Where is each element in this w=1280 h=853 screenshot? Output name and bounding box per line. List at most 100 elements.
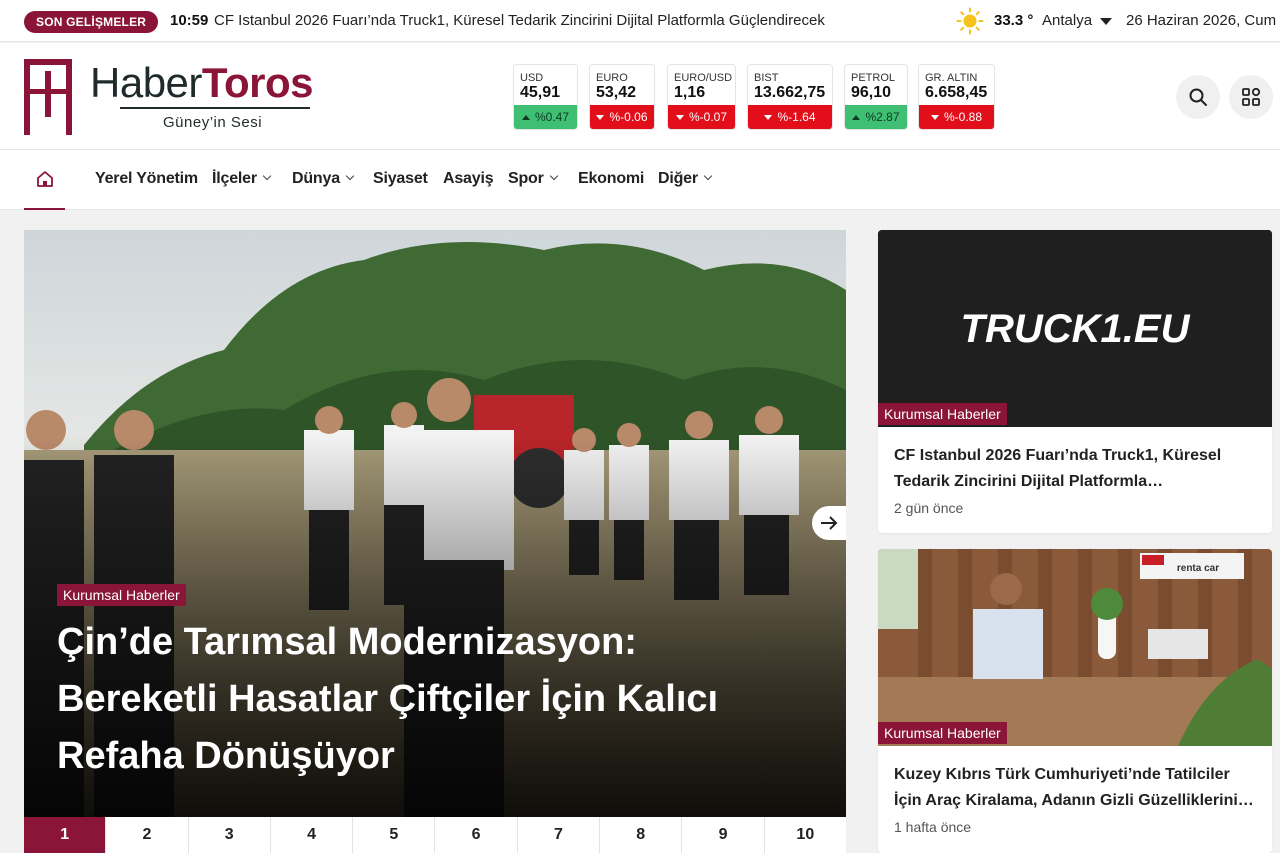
market-bist[interactable]: BIST 13.662,75 %-1.64 (747, 64, 833, 130)
headline-category[interactable]: Kurumsal Haberler (57, 584, 186, 606)
market-change: %-0.06 (590, 105, 654, 129)
chevron-down-icon (262, 171, 272, 181)
search-icon (1189, 88, 1207, 106)
chevron-down-icon (703, 171, 713, 181)
main-nav: Yerel Yönetim İlçeler Dünya Siyaset Asay… (0, 149, 1280, 210)
logo-divider (120, 107, 310, 109)
nav-item-diger[interactable]: Diğer (658, 170, 713, 188)
market-name: USD (520, 72, 544, 84)
nav-item-label: Dünya (292, 170, 340, 187)
logo-part-haber: Haber (90, 59, 202, 106)
logo-icon[interactable] (24, 59, 72, 135)
news-card-time: 1 hafta önce (894, 819, 972, 835)
temperature: 33.3 ° (994, 12, 1034, 29)
news-card-image[interactable]: renta car (878, 549, 1272, 746)
slider-page-8[interactable]: 8 (600, 817, 683, 853)
market-euro[interactable]: EURO 53,42 %-0.06 (589, 64, 655, 130)
nav-item-asayis[interactable]: Asayiş (443, 170, 494, 188)
news-card-category[interactable]: Kurumsal Haberler (878, 403, 1007, 425)
truck1-logo-image: TRUCK1.EU (878, 230, 1272, 427)
market-value: 53,42 (596, 84, 637, 101)
chevron-down-icon (549, 171, 558, 181)
site-header: HaberToros Güney’in Sesi USD 45,91 %0.47… (0, 43, 1280, 149)
market-name: EURO (596, 72, 628, 84)
nav-item-label: Asayiş (443, 170, 494, 187)
nav-item-label: Siyaset (373, 170, 428, 187)
breaking-news-time: 10:59 (170, 12, 209, 29)
nav-item-label: Diğer (658, 170, 698, 187)
news-card-title[interactable]: Kuzey Kıbrıs Türk Cumhuriyeti’nde Tatilc… (894, 762, 1256, 814)
search-button[interactable] (1176, 75, 1220, 119)
image-logo-text: TRUCK1.EU (961, 307, 1191, 351)
nav-item-label: Ekonomi (578, 170, 645, 187)
market-name: BIST (754, 72, 779, 84)
market-change-value: %-0.06 (609, 110, 648, 124)
office-photo-image: renta car (878, 549, 1272, 746)
slider-pagination: 1 2 3 4 5 6 7 8 9 10 (24, 817, 846, 853)
current-date: 26 Haziran 2026, Cum (1126, 12, 1277, 29)
home-icon (36, 171, 53, 187)
market-change-value: %-0.07 (688, 110, 728, 124)
nav-item-label: İlçeler (212, 170, 257, 187)
nav-item-ilceler[interactable]: İlçeler (212, 170, 272, 188)
headline-slider: Kurumsal Haberler Çin’de Tarımsal Modern… (24, 230, 846, 853)
breaking-news-bar: SON GELİŞMELER 10:59 CF Istanbul 2026 Fu… (0, 0, 1280, 42)
slider-page-7[interactable]: 7 (517, 817, 601, 853)
nav-item-spor[interactable]: Spor (508, 170, 558, 188)
logo-slogan: Güney’in Sesi (163, 114, 263, 131)
market-name: GR. ALTIN (925, 72, 978, 84)
headline-title[interactable]: Çin’de Tarımsal Modernizasyon: Bereketli… (57, 614, 777, 785)
site-logo[interactable]: HaberToros (90, 59, 313, 107)
market-name: PETROL (851, 72, 896, 84)
news-card-image[interactable]: TRUCK1.EU (878, 230, 1272, 427)
breaking-news-badge: SON GELİŞMELER (24, 11, 159, 33)
nav-item-dunya[interactable]: Dünya (292, 170, 355, 188)
slider-next-button[interactable] (812, 506, 846, 540)
slider-page-1[interactable]: 1 (24, 817, 107, 853)
market-petrol[interactable]: PETROL 96,10 %2.87 (844, 64, 908, 130)
slider-page-2[interactable]: 2 (106, 817, 189, 853)
arrow-up-icon (521, 115, 530, 120)
menu-grid-button[interactable] (1229, 75, 1273, 119)
slider-page-4[interactable]: 4 (270, 817, 354, 853)
market-name: EURO/USD (674, 72, 733, 84)
market-value: 45,91 (520, 84, 561, 101)
arrow-down-icon (764, 115, 773, 120)
market-value: 13.662,75 (754, 84, 826, 101)
news-card[interactable]: TRUCK1.EU Kurumsal Haberler CF Istanbul … (878, 230, 1272, 533)
market-usd[interactable]: USD 45,91 %0.47 (513, 64, 578, 130)
nav-home[interactable] (24, 150, 65, 210)
market-change: %-0.88 (919, 105, 994, 129)
market-change: %-1.64 (748, 105, 832, 129)
nav-item-siyaset[interactable]: Siyaset (373, 170, 428, 188)
slider-page-6[interactable]: 6 (435, 817, 518, 853)
breaking-news-headline[interactable]: CF Istanbul 2026 Fuarı’nda Truck1, Küres… (214, 12, 825, 29)
slider-page-5[interactable]: 5 (353, 817, 436, 853)
nav-item-yerel-yonetim[interactable]: Yerel Yönetim (95, 170, 198, 188)
market-euro-usd[interactable]: EURO/USD 1,16 %-0.07 (667, 64, 736, 130)
slider-page-10[interactable]: 10 (764, 817, 846, 853)
market-change: %2.87 (845, 105, 907, 129)
logo-part-toros: Toros (201, 59, 314, 106)
chevron-down-icon[interactable] (1100, 18, 1112, 25)
news-card-time: 2 gün önce (894, 500, 964, 516)
arrow-up-icon (852, 115, 861, 120)
market-change-value: %0.47 (534, 110, 570, 124)
nav-item-label: Spor (508, 170, 544, 187)
sun-icon (956, 7, 984, 35)
slider-page-3[interactable]: 3 (188, 817, 271, 853)
market-change-value: %-1.64 (777, 110, 816, 124)
chevron-down-icon (345, 171, 355, 181)
city-selector[interactable]: Antalya (1042, 12, 1092, 29)
nav-item-ekonomi[interactable]: Ekonomi (578, 170, 644, 188)
market-change: %-0.07 (668, 105, 735, 129)
market-gold[interactable]: GR. ALTIN 6.658,45 %-0.88 (918, 64, 995, 130)
slider-page-9[interactable]: 9 (682, 817, 765, 853)
news-card[interactable]: renta car Kurumsal Haberler Kuzey Kıbrıs… (878, 549, 1272, 853)
news-card-title[interactable]: CF Istanbul 2026 Fuarı’nda Truck1, Küres… (894, 443, 1256, 495)
market-value: 1,16 (674, 84, 706, 101)
market-value: 6.658,45 (925, 84, 988, 101)
arrow-down-icon (675, 115, 684, 120)
market-change-value: %-0.88 (943, 110, 983, 124)
news-card-category[interactable]: Kurumsal Haberler (878, 722, 1007, 744)
